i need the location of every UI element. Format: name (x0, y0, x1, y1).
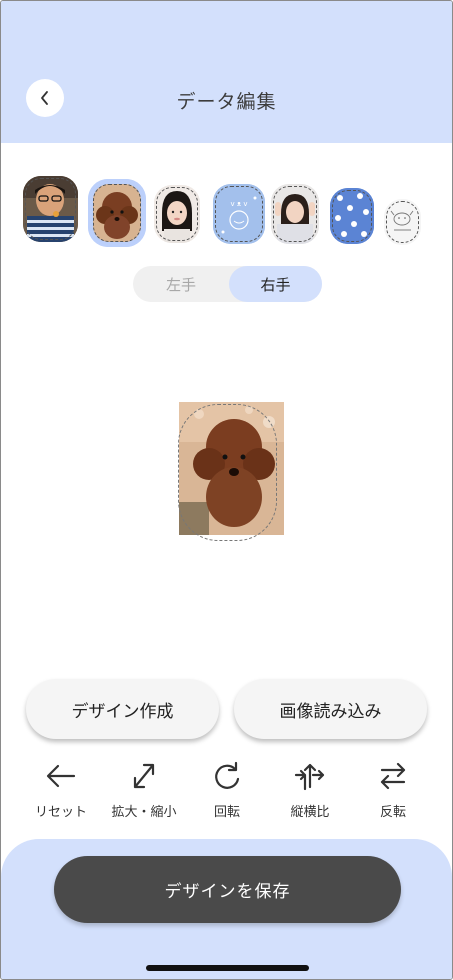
thumb-cow-sketch[interactable] (384, 199, 421, 245)
home-indicator (146, 965, 309, 971)
thumb-photo-poodle[interactable] (88, 179, 146, 247)
page-title: データ編集 (176, 91, 277, 113)
right-hand-option[interactable]: 右手 (229, 266, 322, 302)
case-outline (215, 186, 263, 242)
thumb-photo-boy[interactable] (23, 176, 78, 242)
aspect-ratio-icon (294, 763, 325, 791)
rotate-label: 回転 (213, 805, 240, 820)
thumb-photo-girl-1[interactable] (154, 185, 200, 243)
expand-icon (133, 763, 155, 789)
phone-case-outline (178, 404, 277, 541)
thumb-blue-illustration[interactable]: v ᴥ v (213, 184, 265, 244)
aspect-ratio-label: 縦横比 (290, 805, 330, 820)
rotate-tool[interactable]: 回転 (187, 761, 267, 820)
image-import-button[interactable]: 画像読み込み (234, 679, 427, 739)
scale-label: 拡大・縮小 (111, 805, 177, 820)
left-hand-option[interactable]: 左手 (133, 266, 229, 302)
scale-tool[interactable]: 拡大・縮小 (104, 761, 184, 820)
flip-label: 反転 (379, 805, 406, 820)
arrow-left-icon (46, 764, 76, 788)
thumb-blue-pattern[interactable] (330, 188, 374, 244)
case-outline (156, 187, 198, 241)
hand-toggle: 左手 右手 (133, 266, 322, 302)
aspect-ratio-tool[interactable]: 縦横比 (270, 761, 350, 820)
case-outline (273, 186, 317, 242)
reset-label: リセット (34, 805, 87, 820)
case-outline (93, 184, 141, 242)
save-design-button[interactable]: デザインを保存 (54, 856, 401, 923)
case-outline (25, 178, 76, 240)
flip-tool[interactable]: 反転 (353, 761, 433, 820)
case-outline (332, 190, 372, 242)
flip-icon (380, 762, 406, 790)
thumb-photo-girl-2[interactable] (271, 184, 319, 244)
design-thumbnail-strip: v ᴥ v (21, 174, 431, 250)
design-create-button[interactable]: デザイン作成 (26, 679, 219, 739)
header: データ編集 (1, 1, 452, 143)
case-outline (386, 201, 419, 243)
rotate-icon (215, 761, 240, 789)
reset-tool[interactable]: リセット (21, 761, 101, 820)
app-screen: データ編集 v ᴥ v 左手 右手 デザイン作成 画像読み込み リセット 拡大・… (0, 0, 453, 980)
